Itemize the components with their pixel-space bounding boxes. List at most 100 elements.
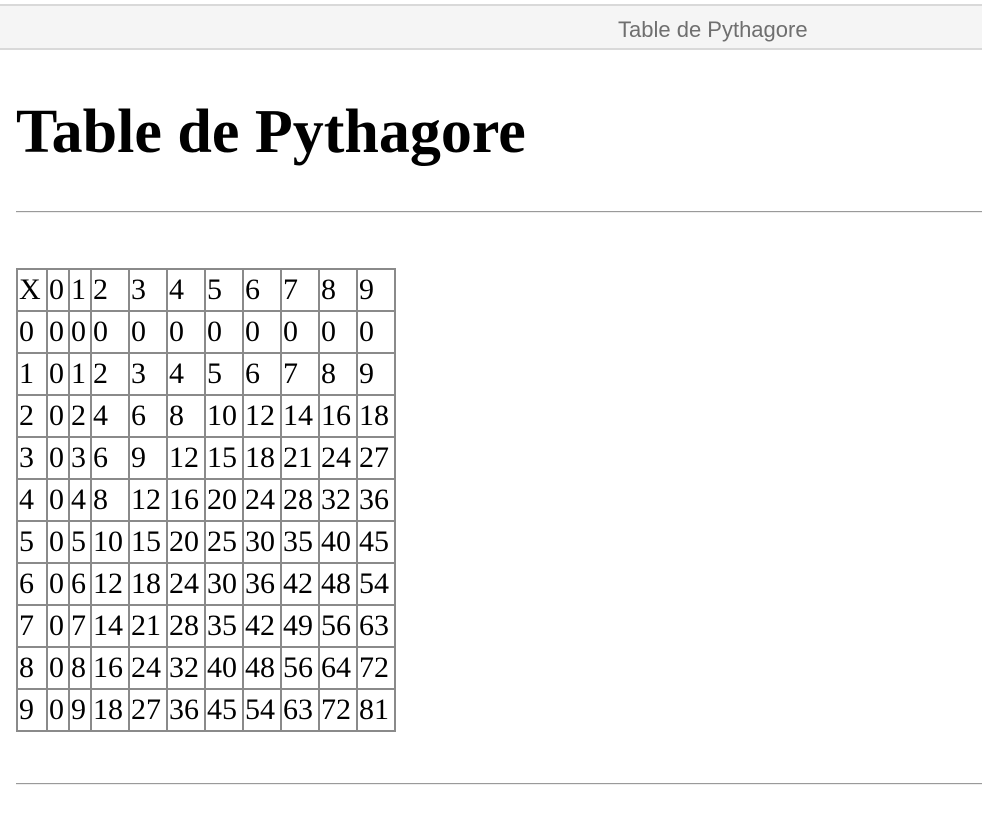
table-cell: 56 <box>281 647 319 689</box>
table-cell: 45 <box>205 689 243 731</box>
table-cell: 36 <box>167 689 205 731</box>
row-header-cell: 7 <box>17 605 47 647</box>
table-cell: 49 <box>281 605 319 647</box>
row-header-cell: 3 <box>17 437 47 479</box>
table-cell: 16 <box>167 479 205 521</box>
table-cell: 8 <box>69 647 91 689</box>
table-cell: 14 <box>91 605 129 647</box>
table-cell: 14 <box>281 395 319 437</box>
table-cell: 63 <box>357 605 395 647</box>
table-cell: 20 <box>205 479 243 521</box>
table-cell: 6 <box>91 437 129 479</box>
table-cell: 35 <box>205 605 243 647</box>
table-cell: 36 <box>243 563 281 605</box>
window-title: Table de Pythagore <box>618 17 808 42</box>
table-cell: 0 <box>47 353 69 395</box>
table-cell: 32 <box>319 479 357 521</box>
row-header-cell: 5 <box>17 521 47 563</box>
table-cell: 6 <box>243 353 281 395</box>
table-cell: 5 <box>69 521 91 563</box>
table-row: 8 0 8 16 24 32 40 48 56 64 72 <box>17 647 395 689</box>
table-row: 5 0 5 10 15 20 25 30 35 40 45 <box>17 521 395 563</box>
row-header-cell: 4 <box>17 479 47 521</box>
table-cell: 0 <box>47 605 69 647</box>
table-cell: 35 <box>281 521 319 563</box>
table-cell: 0 <box>69 311 91 353</box>
table-cell: 12 <box>243 395 281 437</box>
table-cell: 28 <box>281 479 319 521</box>
table-cell: 7 <box>281 353 319 395</box>
table-cell: 4 <box>167 353 205 395</box>
table-cell: 24 <box>129 647 167 689</box>
table-cell: 6 <box>243 269 281 311</box>
table-cell: 5 <box>205 353 243 395</box>
table-cell: 24 <box>319 437 357 479</box>
table-cell: 81 <box>357 689 395 731</box>
table-row: 3 0 3 6 9 12 15 18 21 24 27 <box>17 437 395 479</box>
table-cell: 0 <box>47 647 69 689</box>
table-cell: 6 <box>129 395 167 437</box>
table-cell: 0 <box>205 311 243 353</box>
table-cell: 12 <box>167 437 205 479</box>
table-cell: 27 <box>357 437 395 479</box>
table-cell: 9 <box>357 353 395 395</box>
table-cell: 8 <box>319 269 357 311</box>
table-cell: 0 <box>47 395 69 437</box>
table-row: 00000000000 <box>17 311 395 353</box>
table-cell: 27 <box>129 689 167 731</box>
table-cell: 72 <box>319 689 357 731</box>
table-cell: 32 <box>167 647 205 689</box>
table-header-row: X0123456789 <box>17 269 395 311</box>
table-cell: 0 <box>167 311 205 353</box>
table-cell: 7 <box>281 269 319 311</box>
row-header-cell: 2 <box>17 395 47 437</box>
table-cell: 2 <box>91 353 129 395</box>
table-cell: 3 <box>129 353 167 395</box>
table-cell: 10 <box>91 521 129 563</box>
table-cell: 64 <box>319 647 357 689</box>
table-cell: 3 <box>69 437 91 479</box>
table-row: 10123456789 <box>17 353 395 395</box>
table-cell: 0 <box>47 311 69 353</box>
table-cell: 9 <box>129 437 167 479</box>
table-cell: 21 <box>129 605 167 647</box>
table-cell: 0 <box>319 311 357 353</box>
table-body: X012345678900000000000101234567892024681… <box>17 269 395 731</box>
table-cell: 0 <box>91 311 129 353</box>
table-cell: 0 <box>47 479 69 521</box>
table-cell: 18 <box>91 689 129 731</box>
table-cell: 8 <box>319 353 357 395</box>
table-cell: 1 <box>69 269 91 311</box>
table-cell: 2 <box>69 395 91 437</box>
window-titlebar: Table de Pythagore <box>0 4 982 50</box>
table-cell: 56 <box>319 605 357 647</box>
table-cell: 0 <box>47 689 69 731</box>
table-cell: 40 <box>319 521 357 563</box>
row-header-cell: 0 <box>17 311 47 353</box>
table-cell: 0 <box>357 311 395 353</box>
row-header-cell: 1 <box>17 353 47 395</box>
table-cell: 18 <box>243 437 281 479</box>
table-cell: 0 <box>47 269 69 311</box>
pythagore-table: X012345678900000000000101234567892024681… <box>16 268 396 732</box>
page-title: Table de Pythagore <box>16 98 526 166</box>
row-header-cell: 9 <box>17 689 47 731</box>
table-row: 7 0 7 14 21 28 35 42 49 56 63 <box>17 605 395 647</box>
table-cell: 8 <box>167 395 205 437</box>
row-header-cell: X <box>17 269 47 311</box>
table-cell: 2 <box>91 269 129 311</box>
table-cell: 1 <box>69 353 91 395</box>
table-row: 6 0 6 12 18 24 30 36 42 48 54 <box>17 563 395 605</box>
table-cell: 15 <box>205 437 243 479</box>
table-cell: 30 <box>205 563 243 605</box>
table-cell: 42 <box>281 563 319 605</box>
table-cell: 21 <box>281 437 319 479</box>
row-header-cell: 6 <box>17 563 47 605</box>
table-cell: 5 <box>205 269 243 311</box>
table-cell: 4 <box>91 395 129 437</box>
table-cell: 63 <box>281 689 319 731</box>
table-cell: 0 <box>281 311 319 353</box>
table-cell: 30 <box>243 521 281 563</box>
table-cell: 25 <box>205 521 243 563</box>
table-cell: 54 <box>243 689 281 731</box>
